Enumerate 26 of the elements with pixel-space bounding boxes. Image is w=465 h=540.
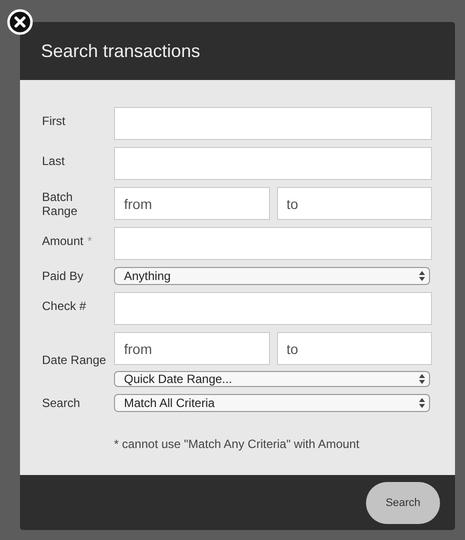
- sort-arrows-icon: [419, 271, 425, 281]
- input-field[interactable]: from: [114, 187, 270, 220]
- input-field[interactable]: to: [276, 332, 432, 365]
- search-button[interactable]: Search: [366, 482, 440, 524]
- input-field[interactable]: [114, 227, 432, 260]
- field-label: Amount *: [42, 233, 94, 248]
- field-label: Search: [42, 396, 82, 410]
- note-text: * cannot use "Match Any Criteria" with Amount: [114, 437, 360, 451]
- field-label: Last: [42, 153, 66, 168]
- input-field[interactable]: [114, 107, 432, 140]
- input-field[interactable]: from: [114, 332, 270, 365]
- input-field[interactable]: [114, 147, 432, 180]
- sort-arrows-icon: [419, 374, 425, 384]
- field-label: Date Range: [42, 352, 108, 366]
- field-label: Paid By: [42, 269, 84, 283]
- input-field[interactable]: to: [276, 187, 432, 220]
- input-field[interactable]: [114, 292, 432, 325]
- select-dropdown[interactable]: Quick Date Range...: [114, 371, 430, 387]
- close-icon[interactable]: [7, 9, 33, 35]
- select-dropdown[interactable]: Match All Criteria: [114, 394, 430, 412]
- dialog-title: Search transactions: [41, 40, 200, 62]
- field-label: First: [42, 113, 66, 128]
- sort-arrows-icon: [419, 398, 425, 408]
- select-dropdown[interactable]: Anything: [114, 267, 430, 285]
- field-label: Check #: [42, 298, 88, 313]
- field-label: Batch Range: [42, 190, 78, 218]
